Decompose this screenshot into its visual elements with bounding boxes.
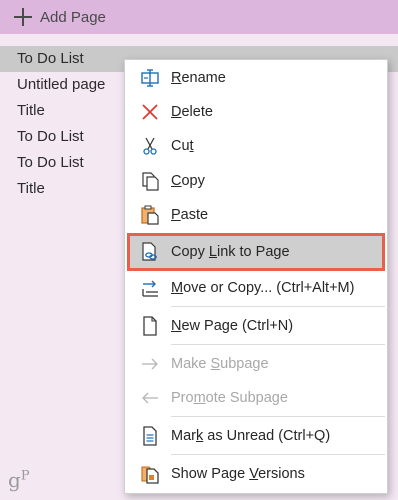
menu-separator — [171, 454, 385, 455]
copy-icon — [142, 172, 159, 191]
menu-item-mark-as-unread[interactable]: Mark as Unread (Ctrl+Q) — [125, 420, 387, 452]
delete-icon — [142, 104, 158, 120]
menu-item-label: Copy — [171, 173, 205, 189]
menu-item-label: Show Page Versions — [171, 466, 305, 482]
menu-item-cut[interactable]: Cut — [125, 130, 387, 162]
pane-spacer — [0, 34, 398, 46]
menu-item-label: Move or Copy... (Ctrl+Alt+M) — [171, 280, 355, 296]
page-context-menu: Rename Delete Cut Copy Paste Copy Link t… — [124, 59, 388, 494]
move-icon — [142, 280, 158, 297]
menu-separator — [171, 416, 385, 417]
menu-item-copy[interactable]: Copy — [125, 165, 387, 197]
menu-separator — [171, 344, 385, 345]
menu-item-label: New Page (Ctrl+N) — [171, 318, 294, 334]
menu-item-move-or-copy[interactable]: Move or Copy... (Ctrl+Alt+M) — [125, 272, 387, 304]
add-page-button[interactable]: Add Page — [0, 0, 398, 34]
menu-separator — [171, 306, 385, 307]
menu-item-label: Copy Link to Page — [171, 244, 290, 260]
menu-item-label: Delete — [171, 104, 213, 120]
add-page-label: Add Page — [40, 8, 106, 26]
menu-item-label: Cut — [171, 138, 194, 154]
link-page-icon — [142, 242, 157, 261]
menu-item-paste[interactable]: Paste — [125, 199, 387, 231]
menu-item-label: Rename — [171, 70, 226, 86]
menu-item-show-page-versions[interactable]: Show Page Versions — [125, 458, 387, 490]
page-versions-icon — [141, 466, 159, 484]
watermark-logo: gP — [8, 468, 30, 492]
menu-item-label: Mark as Unread (Ctrl+Q) — [171, 428, 331, 444]
unread-page-icon — [143, 426, 157, 446]
menu-item-label: Promote Subpage — [171, 390, 288, 406]
scissors-icon — [143, 137, 157, 155]
menu-item-label: Paste — [171, 207, 209, 223]
menu-item-new-page[interactable]: New Page (Ctrl+N) — [125, 310, 387, 342]
menu-item-make-subpage: Make Subpage — [125, 348, 387, 380]
menu-item-copy-link-to-page[interactable]: Copy Link to Page — [127, 233, 385, 271]
plus-icon — [12, 6, 34, 28]
arrow-right-icon — [142, 358, 158, 370]
menu-item-rename[interactable]: Rename — [125, 62, 387, 94]
arrow-left-icon — [142, 392, 158, 404]
rename-icon — [141, 69, 159, 87]
menu-item-label: Make Subpage — [171, 356, 269, 372]
paste-icon — [141, 205, 159, 225]
menu-item-delete[interactable]: Delete — [125, 96, 387, 128]
new-page-icon — [143, 316, 157, 336]
menu-item-promote-subpage: Promote Subpage — [125, 382, 387, 414]
